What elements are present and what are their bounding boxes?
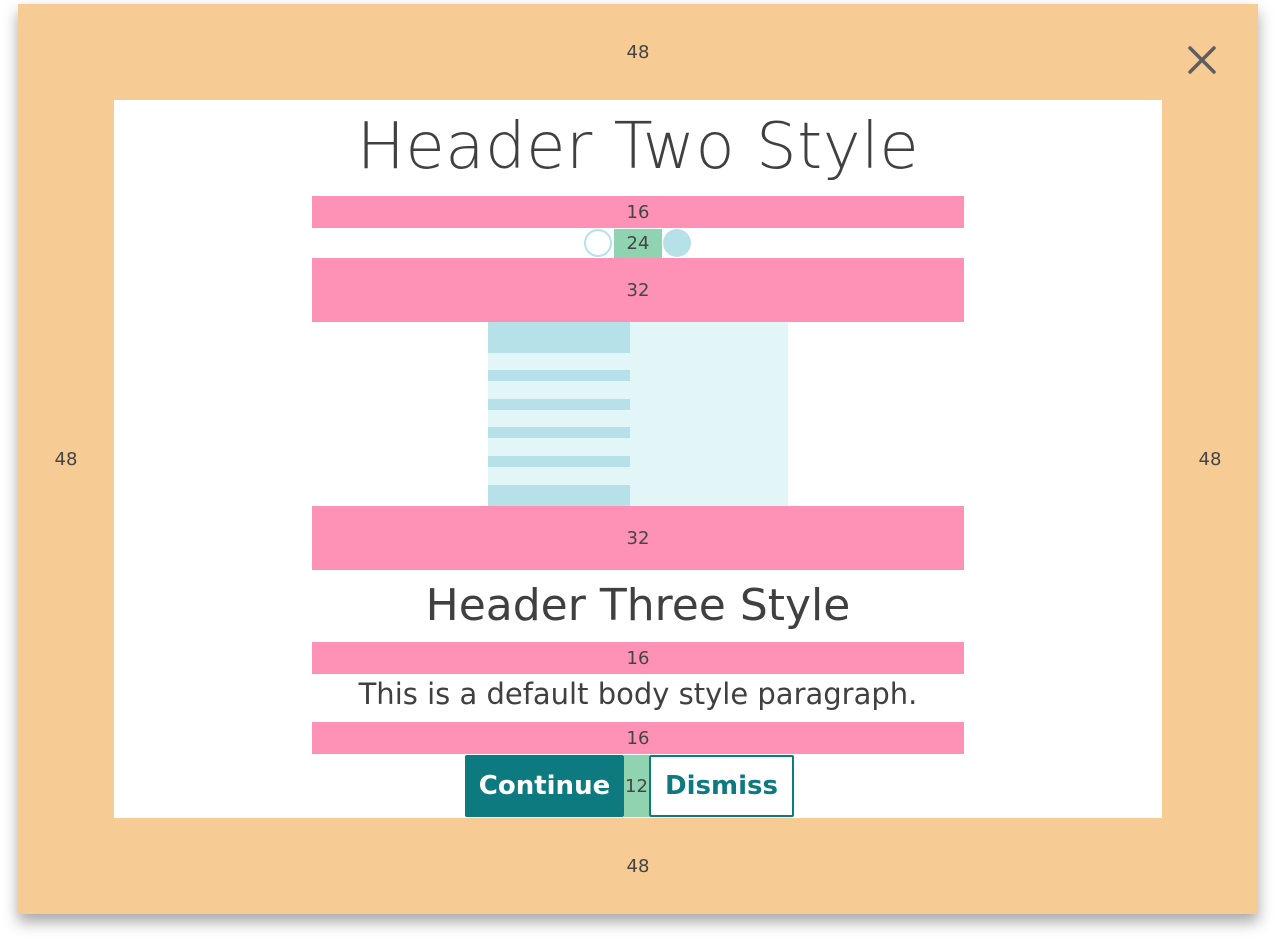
header-three: Header Three Style [425, 580, 851, 631]
padding-left-label: 48 [54, 449, 78, 470]
spacer-16-after-body: 16 [312, 722, 964, 754]
image-placeholder-graphic [488, 322, 788, 506]
carousel-dot-gap: 24 [614, 229, 662, 258]
spacer-32-bottom: 32 [312, 506, 964, 570]
dismiss-button[interactable]: Dismiss [649, 755, 794, 817]
image-placeholder [488, 322, 788, 506]
padding-bottom-label: 48 [626, 856, 650, 877]
spacer-16: 16 [312, 196, 964, 228]
carousel-dot-inactive[interactable] [584, 229, 612, 257]
header-two: Header Two Style [356, 110, 920, 184]
spacer-16-after-header-three: 16 [312, 642, 964, 674]
button-gap: 12 [624, 755, 649, 817]
carousel-dot-active[interactable] [663, 229, 691, 257]
padding-right-label: 48 [1198, 449, 1222, 470]
close-icon[interactable] [1180, 40, 1224, 84]
spacer-32-top: 32 [312, 258, 964, 322]
padding-top-label: 48 [626, 42, 650, 63]
continue-button[interactable]: Continue [465, 755, 624, 817]
body-paragraph: This is a default body style paragraph. [358, 677, 918, 711]
